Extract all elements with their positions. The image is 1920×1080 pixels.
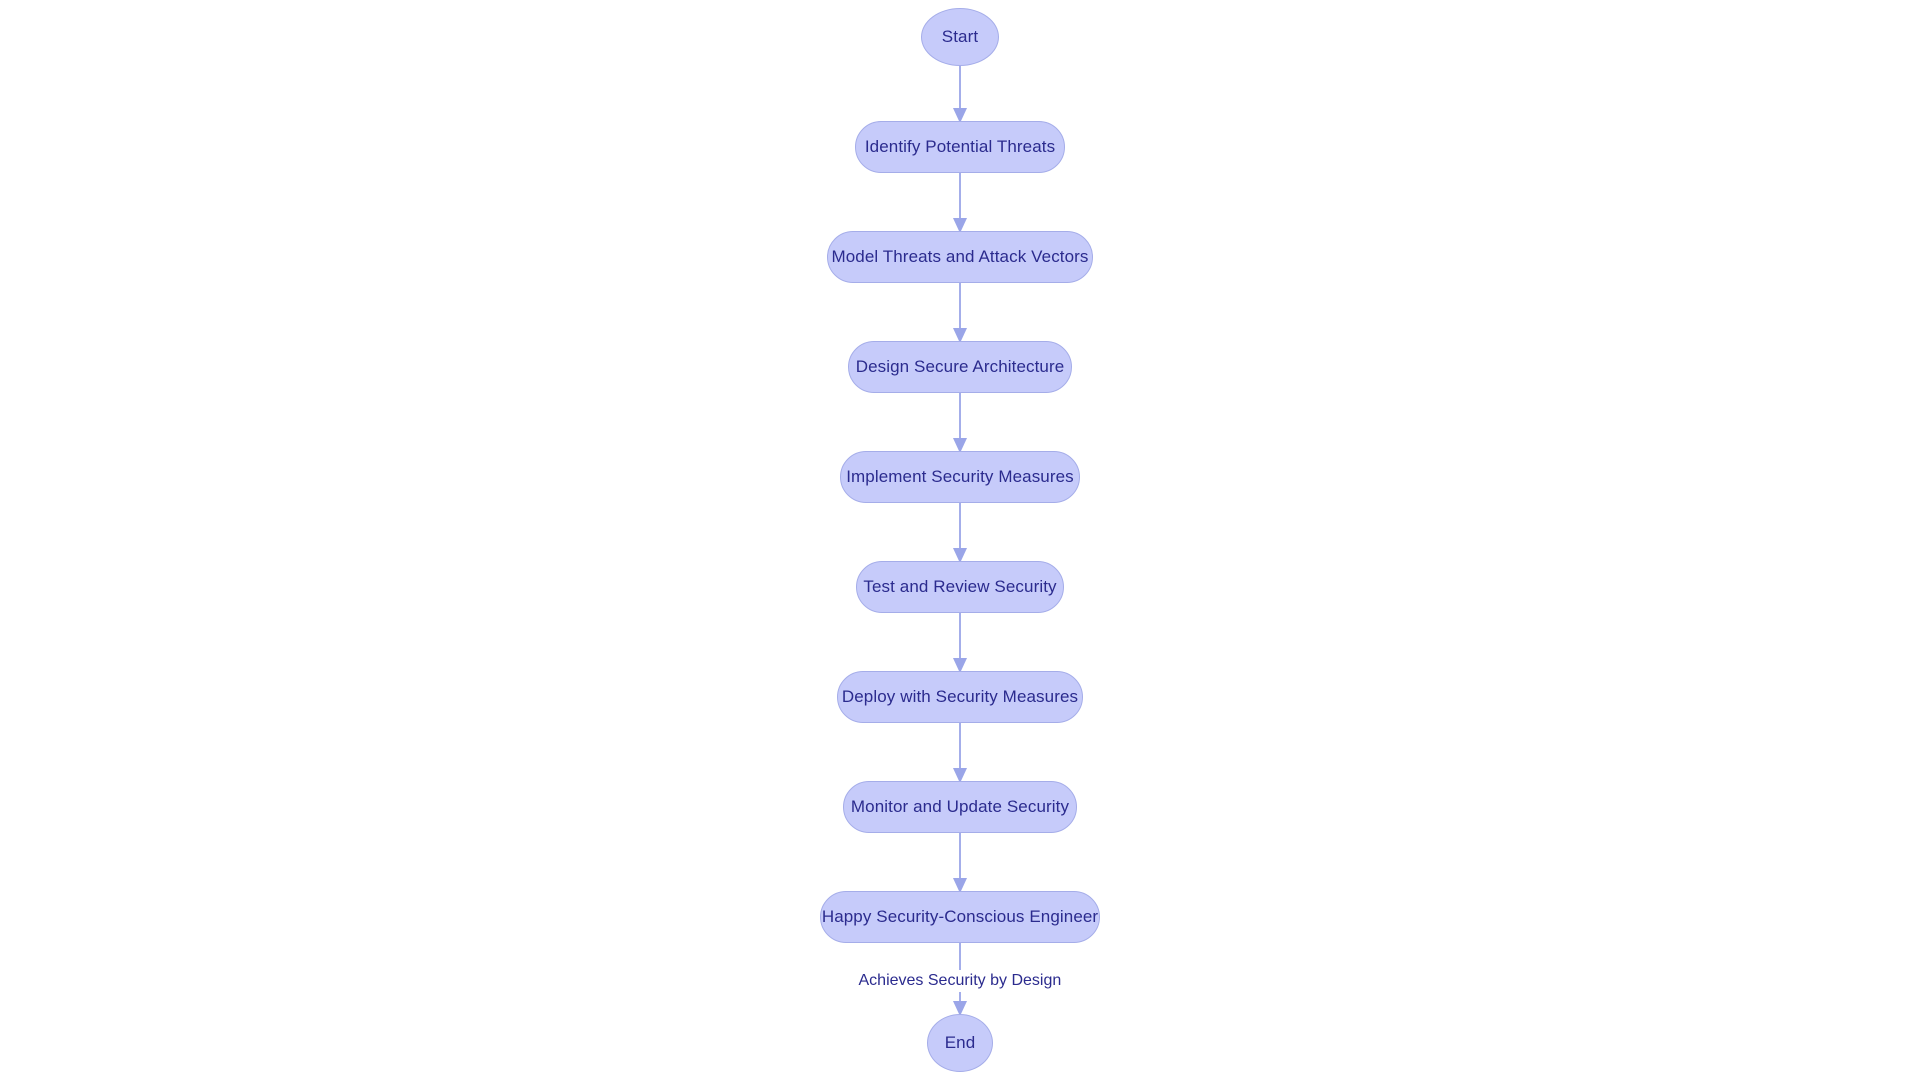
node-engineer[interactable]: Happy Security-Conscious Engineer	[820, 891, 1100, 943]
node-label-identify: Identify Potential Threats	[864, 137, 1056, 156]
edge-label-engineer-to-end: Achieves Security by Design	[854, 970, 1066, 992]
flowchart-canvas: Achieves Security by Design Start Identify…	[0, 0, 1920, 1080]
node-label-engineer: Happy Security-Conscious Engineer	[821, 907, 1099, 926]
node-model[interactable]: Model Threats and Attack Vectors	[827, 231, 1093, 283]
node-layer: Achieves Security by Design Start Identify…	[0, 0, 1920, 1080]
node-start[interactable]: Start	[921, 8, 999, 66]
node-label-deploy: Deploy with Security Measures	[841, 687, 1079, 706]
node-design[interactable]: Design Secure Architecture	[848, 341, 1072, 393]
node-implement[interactable]: Implement Security Measures	[840, 451, 1080, 503]
node-deploy[interactable]: Deploy with Security Measures	[837, 671, 1083, 723]
node-label-model: Model Threats and Attack Vectors	[831, 247, 1089, 266]
node-label-implement: Implement Security Measures	[846, 467, 1074, 486]
node-identify[interactable]: Identify Potential Threats	[855, 121, 1065, 173]
node-monitor[interactable]: Monitor and Update Security	[843, 781, 1077, 833]
node-label-end: End	[944, 1033, 976, 1052]
node-label-design: Design Secure Architecture	[855, 357, 1065, 376]
node-end[interactable]: End	[927, 1014, 993, 1072]
node-label-monitor: Monitor and Update Security	[850, 797, 1070, 816]
node-test[interactable]: Test and Review Security	[856, 561, 1064, 613]
node-label-start: Start	[941, 27, 979, 46]
node-label-test: Test and Review Security	[863, 577, 1057, 596]
